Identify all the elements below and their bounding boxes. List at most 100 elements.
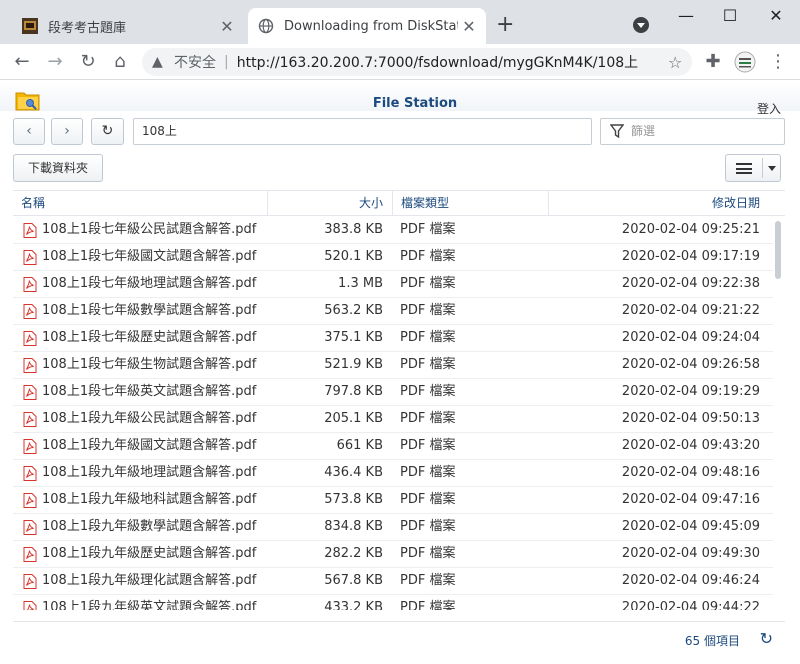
file-type: PDF 檔案 — [400, 492, 456, 507]
home-icon[interactable]: ⌂ — [108, 50, 132, 74]
pdf-file-icon — [23, 466, 37, 481]
pdf-file-icon — [23, 574, 37, 589]
file-type: PDF 檔案 — [400, 276, 456, 291]
column-type[interactable]: 檔案類型 — [392, 191, 548, 215]
globe-icon — [258, 18, 274, 34]
file-name[interactable]: 108上1段九年級歷史試題含解答.pdf — [42, 541, 256, 567]
back-icon[interactable]: ← — [10, 50, 34, 74]
pdf-file-icon — [23, 250, 37, 265]
browser-toolbar: ← → ↻ ⌂ ▲ 不安全 | http://163.20.200.7:7000… — [0, 44, 800, 80]
maximize-icon[interactable]: ☐ — [710, 6, 750, 25]
table-row[interactable]: 108上1段九年級公民試題含解答.pdf 205.1 KB PDF 檔案 2020-0… — [13, 406, 773, 433]
file-name[interactable]: 108上1段七年級公民試題含解答.pdf — [42, 217, 256, 243]
file-name[interactable]: 108上1段七年級國文試題含解答.pdf — [42, 244, 256, 270]
view-mode-button[interactable] — [725, 154, 781, 182]
table-row[interactable]: 108上1段七年級數學試題含解答.pdf 563.2 KB PDF 檔案 2020-0… — [13, 298, 773, 325]
refresh-button[interactable]: ↻ — [91, 118, 124, 145]
table-row[interactable]: 108上1段七年級公民試題含解答.pdf 383.8 KB PDF 檔案 2020-0… — [13, 217, 773, 244]
filter-input[interactable]: 篩選 — [600, 118, 785, 145]
more-menu-icon[interactable]: ⋮ — [766, 50, 790, 74]
table-row[interactable]: 108上1段九年級英文試題含解答.pdf 433.2 KB PDF 檔案 2020-0… — [13, 595, 773, 610]
file-type: PDF 檔案 — [400, 303, 456, 318]
forward-icon[interactable]: → — [43, 50, 67, 74]
file-name[interactable]: 108上1段九年級國文試題含解答.pdf — [42, 433, 256, 459]
table-row[interactable]: 108上1段七年級英文試題含解答.pdf 797.8 KB PDF 檔案 2020-0… — [13, 379, 773, 406]
table-row[interactable]: 108上1段七年級國文試題含解答.pdf 520.1 KB PDF 檔案 2020-0… — [13, 244, 773, 271]
file-name[interactable]: 108上1段七年級歷史試題含解答.pdf — [42, 325, 256, 351]
file-name[interactable]: 108上1段九年級理化試題含解答.pdf — [42, 568, 256, 594]
column-size[interactable]: 大小 — [267, 191, 391, 215]
file-size: 1.3 MB — [338, 276, 383, 291]
scrollbar[interactable] — [774, 217, 782, 610]
file-size: 563.2 KB — [324, 303, 383, 318]
table-row[interactable]: 108上1段九年級理化試題含解答.pdf 567.8 KB PDF 檔案 2020-0… — [13, 568, 773, 595]
table-row[interactable]: 108上1段九年級地理試題含解答.pdf 436.4 KB PDF 檔案 2020-0… — [13, 460, 773, 487]
file-modified: 2020-02-04 09:46:24 — [621, 573, 760, 588]
pdf-file-icon — [23, 331, 37, 346]
file-name[interactable]: 108上1段七年級數學試題含解答.pdf — [42, 298, 256, 324]
site-favicon — [22, 18, 38, 34]
new-tab-icon[interactable]: + — [496, 12, 514, 37]
table-row[interactable]: 108上1段七年級歷史試題含解答.pdf 375.1 KB PDF 檔案 2020-0… — [13, 325, 773, 352]
file-name[interactable]: 108上1段九年級地理試題含解答.pdf — [42, 460, 256, 486]
pdf-file-icon — [23, 520, 37, 535]
download-folder-button[interactable]: 下載資料夾 — [13, 154, 103, 182]
file-name[interactable]: 108上1段九年級公民試題含解答.pdf — [42, 406, 256, 432]
minimize-icon[interactable]: — — [666, 6, 706, 25]
file-size: 383.8 KB — [324, 222, 383, 237]
file-type: PDF 檔案 — [400, 222, 456, 237]
browser-tab-bar: 段考考古題庫 ✕ Downloading from DiskStation ✕ … — [0, 0, 800, 44]
table-row[interactable]: 108上1段九年級國文試題含解答.pdf 661 KB PDF 檔案 2020-02-… — [13, 433, 773, 460]
file-modified: 2020-02-04 09:25:21 — [621, 222, 760, 237]
forward-button[interactable]: › — [51, 118, 83, 145]
table-row[interactable]: 108上1段九年級歷史試題含解答.pdf 282.2 KB PDF 檔案 2020-0… — [13, 541, 773, 568]
column-name[interactable]: 名稱 — [21, 191, 45, 215]
list-view-icon — [736, 163, 752, 174]
tab-inactive[interactable]: 段考考古題庫 ✕ — [12, 8, 244, 44]
warning-icon[interactable]: ▲ — [152, 54, 170, 70]
file-type: PDF 檔案 — [400, 249, 456, 264]
reload-icon[interactable]: ↻ — [76, 50, 100, 74]
table-row[interactable]: 108上1段七年級生物試題含解答.pdf 521.9 KB PDF 檔案 2020-0… — [13, 352, 773, 379]
file-type: PDF 檔案 — [400, 600, 456, 610]
tab-active[interactable]: Downloading from DiskStation ✕ — [248, 8, 486, 44]
avatar[interactable] — [733, 50, 757, 74]
security-label[interactable]: 不安全 — [174, 52, 216, 72]
profile-icon — [734, 51, 756, 73]
file-grid: 108上1段七年級公民試題含解答.pdf 383.8 KB PDF 檔案 2020-0… — [13, 217, 773, 610]
close-tab-icon[interactable]: ✕ — [458, 17, 480, 36]
file-type: PDF 檔案 — [400, 411, 456, 426]
file-name[interactable]: 108上1段七年級英文試題含解答.pdf — [42, 379, 256, 405]
back-button[interactable]: ‹ — [13, 118, 45, 145]
file-name[interactable]: 108上1段七年級地理試題含解答.pdf — [42, 271, 256, 297]
path-input[interactable]: 108上 — [133, 118, 592, 145]
close-tab-icon[interactable]: ✕ — [216, 17, 238, 36]
tab-search-icon[interactable] — [633, 17, 649, 33]
table-row[interactable]: 108上1段九年級地科試題含解答.pdf 573.8 KB PDF 檔案 2020-0… — [13, 487, 773, 514]
url-text[interactable]: http://163.20.200.7:7000/fsdownload/mygG… — [237, 52, 668, 72]
file-name[interactable]: 108上1段九年級數學試題含解答.pdf — [42, 514, 256, 540]
file-type: PDF 檔案 — [400, 384, 456, 399]
table-row[interactable]: 108上1段九年級數學試題含解答.pdf 834.8 KB PDF 檔案 2020-0… — [13, 514, 773, 541]
pdf-file-icon — [23, 547, 37, 562]
file-type: PDF 檔案 — [400, 438, 456, 453]
star-icon[interactable]: ☆ — [668, 53, 692, 72]
file-modified: 2020-02-04 09:44:22 — [621, 600, 760, 610]
file-size: 834.8 KB — [324, 519, 383, 534]
file-size: 567.8 KB — [324, 573, 383, 588]
table-row[interactable]: 108上1段七年級地理試題含解答.pdf 1.3 MB PDF 檔案 2020-02-… — [13, 271, 773, 298]
refresh-icon[interactable]: ↻ — [760, 629, 773, 648]
address-bar[interactable]: ▲ 不安全 | http://163.20.200.7:7000/fsdownl… — [142, 48, 692, 76]
file-size: 520.1 KB — [324, 249, 383, 264]
login-link[interactable]: 登入 — [757, 100, 781, 117]
file-size: 375.1 KB — [324, 330, 383, 345]
close-window-icon[interactable]: ✕ — [756, 6, 796, 25]
file-name[interactable]: 108上1段九年級英文試題含解答.pdf — [42, 595, 256, 610]
file-name[interactable]: 108上1段七年級生物試題含解答.pdf — [42, 352, 256, 378]
column-modified[interactable]: 修改日期 — [548, 191, 760, 215]
extensions-icon[interactable]: ✚ — [701, 50, 725, 74]
chevron-down-icon[interactable] — [768, 166, 776, 171]
scrollbar-thumb[interactable] — [775, 221, 781, 279]
file-name[interactable]: 108上1段九年級地科試題含解答.pdf — [42, 487, 256, 513]
app-title: File Station — [372, 96, 458, 111]
